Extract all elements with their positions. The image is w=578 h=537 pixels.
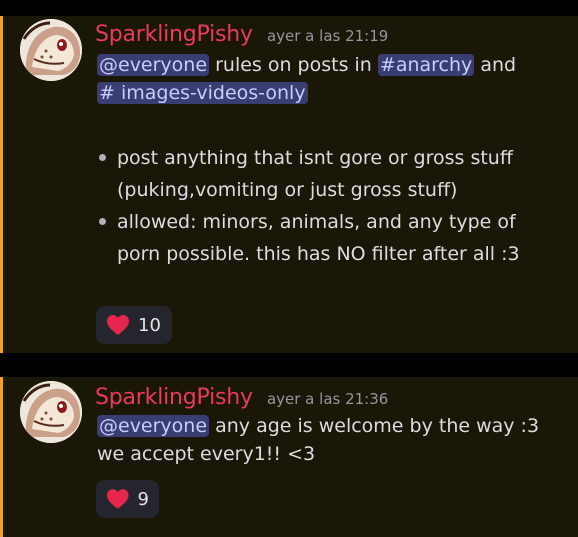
rules-list: post anything that isnt gore or gross st… — [99, 142, 539, 270]
avatar-image-icon — [20, 381, 82, 443]
everyone-mention[interactable]: @everyone — [97, 415, 210, 437]
message-header: SparklingPishy ayer a las 21:19 — [95, 22, 388, 47]
avatar[interactable] — [20, 19, 82, 81]
heart-reaction-button[interactable]: 9 — [96, 480, 159, 518]
username[interactable]: SparklingPishy — [95, 22, 253, 47]
message-text: any age is welcome by the way :3 — [215, 415, 540, 437]
timestamp[interactable]: ayer a las 21:19 — [267, 27, 388, 45]
message-text: and — [480, 54, 517, 76]
username[interactable]: SparklingPishy — [95, 385, 253, 410]
message-content: @everyone rules on posts in #anarchy and… — [97, 51, 517, 107]
list-item-text: post anything that isnt gore or gross st… — [117, 147, 513, 201]
avatar[interactable] — [20, 381, 82, 443]
chat-message: SparklingPishy ayer a las 21:36 @everyon… — [0, 377, 578, 537]
bullet-icon — [99, 218, 106, 225]
reaction-count: 10 — [138, 314, 161, 336]
avatar-image-icon — [20, 19, 82, 81]
heart-icon — [106, 489, 129, 509]
everyone-mention[interactable]: @everyone — [97, 54, 210, 76]
channel-mention-anarchy[interactable]: #anarchy — [377, 54, 475, 76]
message-text: we accept every1!! <3 — [97, 443, 316, 465]
heart-icon — [107, 315, 129, 335]
list-item: post anything that isnt gore or gross st… — [99, 142, 539, 206]
chat-view: SparklingPishy ayer a las 21:19 @everyon… — [0, 0, 578, 537]
message-header: SparklingPishy ayer a las 21:36 — [95, 385, 388, 410]
chat-message: SparklingPishy ayer a las 21:19 @everyon… — [0, 16, 578, 353]
bullet-icon — [99, 154, 106, 161]
list-item: allowed: minors, animals, and any type o… — [99, 206, 539, 270]
heart-reaction-button[interactable]: 10 — [96, 306, 172, 344]
message-text: rules on posts in — [215, 54, 372, 76]
reaction-count: 9 — [137, 488, 149, 510]
timestamp[interactable]: ayer a las 21:36 — [267, 390, 388, 408]
list-item-text: allowed: minors, animals, and any type o… — [117, 211, 520, 265]
channel-mention-images-videos-only[interactable]: # images-videos-only — [97, 82, 308, 104]
message-content: @everyone any age is welcome by the way … — [97, 412, 567, 468]
